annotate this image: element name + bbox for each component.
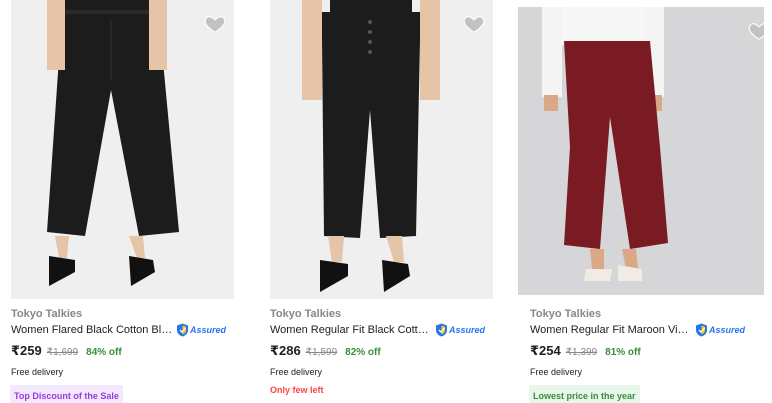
black-regular-trousers-photo (270, 0, 493, 299)
delivery-info: Free delivery (270, 367, 323, 377)
product-title[interactable]: Women Regular Fit Maroon Visc... (530, 322, 694, 338)
product-card[interactable]: Tokyo Talkies Women Regular Fit Black Co… (259, 0, 499, 403)
product-info: Tokyo Talkies Women Regular Fit Black Co… (270, 307, 500, 398)
product-info: Tokyo Talkies Women Flared Black Cotton … (10, 307, 241, 403)
product-title[interactable]: Women Regular Fit Black Cotton ... (270, 322, 434, 338)
selling-price: ₹254 (530, 343, 561, 358)
original-price: ₹1,399 (565, 347, 598, 358)
heart-icon (204, 16, 226, 33)
product-image[interactable] (518, 7, 764, 295)
assured-label: Assured (190, 325, 227, 335)
product-brand: Tokyo Talkies (11, 308, 83, 320)
product-title[interactable]: Women Flared Black Cotton Blen... (11, 322, 175, 338)
product-image[interactable] (11, 0, 234, 299)
delivery-info: Free delivery (11, 367, 64, 377)
product-brand: Tokyo Talkies (270, 308, 342, 320)
discount-percent: 82% off (345, 347, 381, 358)
offer-tag: Lowest price in the year (529, 385, 640, 403)
product-grid: Tokyo Talkies Women Flared Black Cotton … (0, 0, 772, 403)
black-flared-trousers-photo (11, 0, 234, 299)
title-row: Women Flared Black Cotton Blen... Assure… (11, 322, 241, 338)
assured-label: Assured (709, 325, 746, 335)
product-image[interactable] (270, 0, 493, 299)
discount-percent: 81% off (605, 347, 641, 358)
wishlist-button[interactable] (463, 13, 485, 35)
delivery-info: Free delivery (530, 367, 583, 377)
selling-price: ₹259 (11, 343, 42, 358)
offer-tag: Top Discount of the Sale (10, 385, 123, 403)
price-row: ₹254 ₹1,399 81% off (530, 343, 760, 359)
shield-icon (436, 323, 447, 337)
assured-badge: Assured (695, 323, 745, 337)
assured-badge: Assured (176, 323, 226, 337)
original-price: ₹1,699 (46, 347, 79, 358)
original-price: ₹1,599 (305, 347, 338, 358)
assured-badge: Assured (435, 323, 485, 337)
wishlist-button[interactable] (748, 20, 764, 42)
shield-icon (177, 323, 188, 337)
assured-label: Assured (449, 325, 486, 335)
selling-price: ₹286 (270, 343, 301, 358)
discount-percent: 84% off (86, 347, 122, 358)
price-row: ₹286 ₹1,599 82% off (270, 343, 500, 359)
product-card[interactable]: Tokyo Talkies Women Flared Black Cotton … (0, 0, 240, 403)
title-row: Women Regular Fit Maroon Visc... Assured (530, 322, 760, 338)
heart-icon (463, 16, 485, 33)
heart-icon (748, 23, 764, 40)
product-info: Tokyo Talkies Women Regular Fit Maroon V… (529, 307, 760, 403)
product-brand: Tokyo Talkies (530, 308, 602, 320)
price-row: ₹259 ₹1,699 84% off (11, 343, 241, 359)
shield-icon (696, 323, 707, 337)
maroon-trousers-photo (518, 7, 764, 295)
wishlist-button[interactable] (204, 13, 226, 35)
product-card[interactable]: Tokyo Talkies Women Regular Fit Maroon V… (518, 0, 764, 403)
title-row: Women Regular Fit Black Cotton ... Assur… (270, 322, 500, 338)
stock-warning: Only few left (270, 385, 324, 395)
